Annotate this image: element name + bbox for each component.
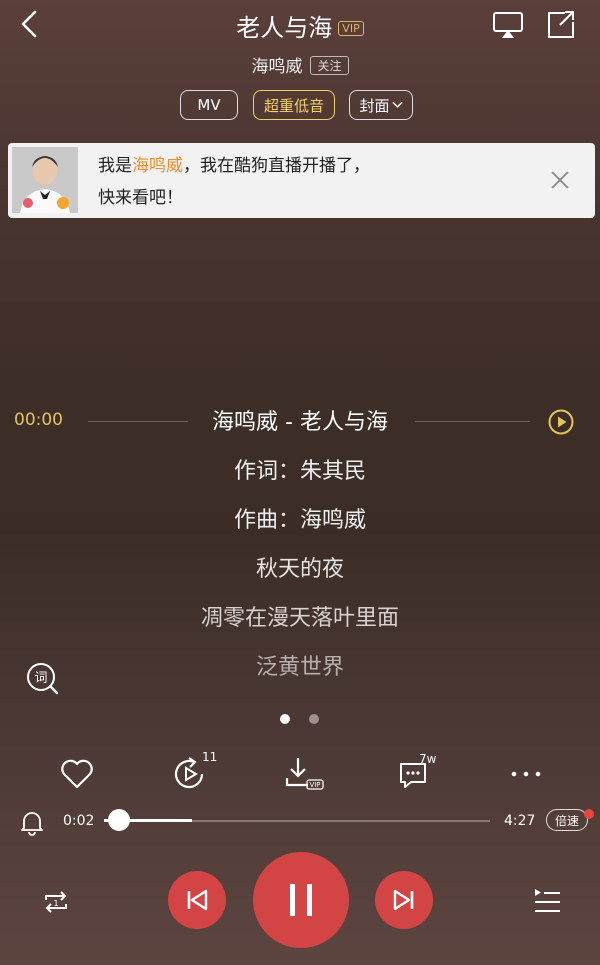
lyric-line[interactable]: 海鸣威 - 老人与海 [0,404,600,436]
cover-dropdown[interactable]: 封面 [349,90,413,120]
lyric-line[interactable]: 作词：朱其民 [0,453,600,485]
comment-button[interactable]: 7w [395,752,439,796]
chevron-down-icon [391,101,403,108]
vip-badge: VIP [338,21,364,36]
download-icon: VIP [285,758,324,790]
lyric-line[interactable]: 泛黄世界 [0,649,600,681]
song-title: 老人与海 [236,14,333,42]
more-dots-icon [511,771,541,777]
share-button[interactable] [545,10,577,40]
mv-button[interactable]: MV [180,90,238,120]
banner-suffix: ，我在酷狗直播开播了， [183,156,370,176]
pause-icon [290,884,312,916]
playlist-button[interactable] [530,884,564,918]
notification-dot [584,809,594,819]
previous-button[interactable] [168,871,226,929]
banner-highlight-name: 海鸣威 [132,156,183,176]
lyrics-mode-button[interactable]: 词 [24,660,60,696]
comment-count: 7w [419,752,437,766]
repeat-mode-button[interactable]: 1 [38,884,74,920]
lyric-line[interactable]: 凋零在漫天落叶里面 [0,600,600,632]
lyric-line[interactable]: 秋天的夜 [0,551,600,583]
cover-label: 封面 [359,96,390,115]
speed-label: 倍速 [554,813,579,828]
like-button[interactable] [55,752,99,796]
lyric-line[interactable]: 作曲：海鸣威 [0,502,600,534]
skip-next-icon [393,889,414,911]
bell-icon [21,812,43,836]
replay-count: 11 [202,750,218,764]
screen-cast-button[interactable] [492,10,524,40]
banner-close-button[interactable] [549,169,571,191]
heart-icon [61,759,93,789]
screen-cast-icon [493,12,523,38]
lyrics-icon: 词 [27,663,59,695]
replay-button[interactable]: 11 [168,750,217,796]
download-button[interactable]: VIP [282,752,326,796]
close-icon [551,171,569,189]
playlist-icon [535,889,560,912]
download-vip-badge: VIP [309,781,320,789]
banner-prefix: 我是 [98,156,132,176]
super-bass-button[interactable]: 超重低音 [253,90,335,120]
artist-row: 海鸣威 关注 [0,52,600,77]
skip-previous-icon [187,889,208,911]
share-icon [548,11,574,38]
progress-knob[interactable] [108,809,130,831]
svg-text:1: 1 [53,899,58,908]
current-time: 0:02 [63,813,95,829]
svg-text:词: 词 [34,671,47,686]
more-button[interactable] [505,752,549,796]
total-time: 4:27 [504,813,536,829]
artist-name[interactable]: 海鸣威 [251,57,302,77]
play-pause-button[interactable] [253,852,349,948]
next-button[interactable] [375,871,433,929]
page-dot-active[interactable] [280,714,290,724]
playback-speed-button[interactable]: 倍速 [546,809,588,831]
live-banner[interactable]: 我是海鸣威，我在酷狗直播开播了， 快来看吧！ [8,143,595,218]
repeat-one-icon: 1 [45,891,67,913]
page-dot[interactable] [309,714,319,724]
banner-line2: 快来看吧！ [98,188,183,208]
artist-avatar [12,147,78,213]
page-indicator [279,714,323,726]
follow-button[interactable]: 关注 [310,56,349,75]
alarm-button[interactable] [18,808,46,836]
banner-message: 我是海鸣威，我在酷狗直播开播了， 快来看吧！ [98,150,528,214]
